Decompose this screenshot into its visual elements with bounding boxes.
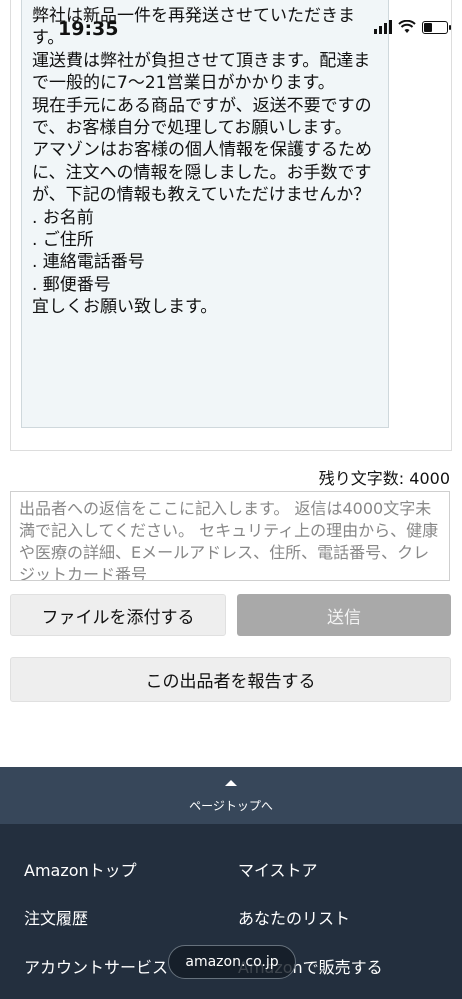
footer-link-my-store[interactable]: マイストア bbox=[238, 857, 318, 881]
message-line: . 郵便番号 bbox=[32, 274, 111, 295]
message-line: アマゾンはお客様の個人情報を保護するために、注文への情報を隠しました。お手数です… bbox=[32, 140, 372, 206]
footer-link-order-history[interactable]: 注文履歴 bbox=[24, 905, 88, 929]
arrow-up-icon bbox=[225, 780, 237, 786]
send-button[interactable]: 送信 bbox=[237, 594, 451, 636]
report-seller-button[interactable]: この出品者を報告する bbox=[10, 657, 451, 702]
back-to-top-button[interactable]: ページトップへ bbox=[0, 767, 462, 824]
status-time: 19:35 bbox=[58, 18, 119, 40]
message-line: . 連絡電話番号 bbox=[32, 252, 145, 273]
seller-message: 弊社は新品一件を再発送させていただきます。 運送費は弊社が負担させて頂きます。配… bbox=[21, 0, 389, 428]
footer-link-account-service[interactable]: アカウントサービス bbox=[24, 954, 168, 978]
message-line: 宜しくお願い致します。 bbox=[32, 297, 218, 318]
wifi-icon bbox=[398, 20, 416, 33]
message-container: 弊社は新品一件を再発送させていただきます。 運送費は弊社が負担させて頂きます。配… bbox=[10, 0, 452, 451]
attach-file-button[interactable]: ファイルを添付する bbox=[10, 594, 226, 636]
message-line: . お名前 bbox=[32, 207, 94, 228]
back-to-top-label: ページトップへ bbox=[189, 799, 273, 813]
character-counter: 残り文字数: 4000 bbox=[318, 469, 450, 488]
reply-placeholder: 出品者への返信をここに記入します。 返信は4000文字未満で記入してください。 … bbox=[19, 499, 439, 581]
footer-link-your-lists[interactable]: あなたのリスト bbox=[238, 905, 350, 929]
signal-icon bbox=[374, 20, 392, 34]
message-line: 運送費は弊社が負担させて頂きます。配達まで一般的に7〜21営業日がかかります。 bbox=[32, 50, 371, 94]
battery-icon bbox=[422, 20, 451, 34]
url-bar[interactable]: amazon.co.jp bbox=[168, 945, 296, 979]
message-line: 現在手元にある商品ですが、返送不要ですので、お客様自分で処理してお願いします。 bbox=[32, 95, 372, 139]
status-bar: 19:35 bbox=[0, 0, 462, 44]
reply-textarea[interactable]: 出品者への返信をここに記入します。 返信は4000文字未満で記入してください。 … bbox=[10, 491, 450, 581]
message-line: . ご住所 bbox=[32, 230, 94, 251]
footer-link-amazon-top[interactable]: Amazonトップ bbox=[24, 857, 137, 881]
status-icons bbox=[374, 20, 451, 34]
